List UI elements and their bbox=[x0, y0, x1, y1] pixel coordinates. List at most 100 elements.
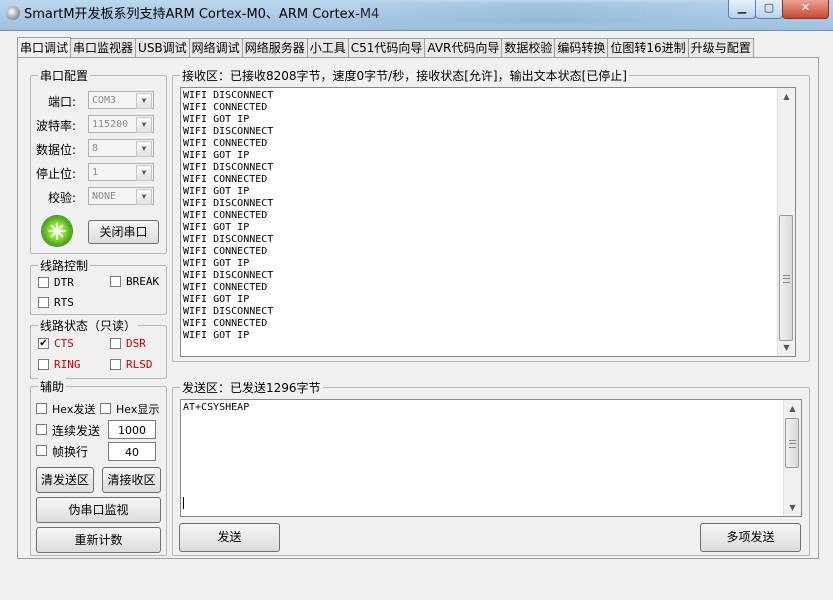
baud-value: 115200 bbox=[92, 119, 129, 130]
close-port-button[interactable]: 关闭串口 bbox=[88, 220, 159, 244]
helper-group: 辅助 Hex发送 Hex显示 连续发送 1000 帧换行 40 清发送区 清接收… bbox=[30, 378, 167, 556]
receive-line: WIFI GOT IP bbox=[183, 150, 250, 161]
serial-config-title: 串口配置 bbox=[38, 67, 91, 84]
stopbits-label: 停止位: bbox=[36, 167, 77, 181]
tab-avr-wizard[interactable]: AVR代码向导 bbox=[424, 38, 503, 58]
tab-tools[interactable]: 小工具 bbox=[306, 38, 349, 58]
receive-line: WIFI CONNECTED bbox=[183, 174, 268, 185]
clear-receive-button[interactable]: 清接收区 bbox=[102, 467, 161, 493]
ring-label: RING bbox=[54, 358, 81, 371]
tab-c51-wizard[interactable]: C51代码向导 bbox=[347, 38, 426, 58]
scroll-thumb[interactable] bbox=[779, 215, 793, 341]
tab-serial-debug[interactable]: 串口调试 bbox=[17, 37, 72, 59]
tab-serial-monitor[interactable]: 串口监视器 bbox=[70, 38, 137, 58]
tab-upgrade-config[interactable]: 升级与配置 bbox=[687, 38, 754, 58]
parity-value: NONE bbox=[92, 191, 117, 202]
receive-line: WIFI DISCONNECT bbox=[183, 306, 274, 317]
tab-network-debug[interactable]: 网络调试 bbox=[188, 38, 243, 58]
rlsd-label: RLSD bbox=[126, 358, 153, 371]
tab-checksum[interactable]: 数据校验 bbox=[501, 38, 556, 58]
send-button[interactable]: 发送 bbox=[179, 523, 280, 552]
hex-display-checkbox[interactable] bbox=[100, 403, 111, 414]
parity-label: 校验: bbox=[48, 191, 77, 205]
port-select[interactable]: COM3 ▼ bbox=[88, 91, 154, 109]
scroll-down-icon[interactable]: ▼ bbox=[778, 339, 795, 356]
grip-icon bbox=[783, 275, 790, 283]
tab-network-server[interactable]: 网络服务器 bbox=[241, 38, 308, 58]
reset-count-button[interactable]: 重新计数 bbox=[36, 527, 161, 553]
tab-usb-debug[interactable]: USB调试 bbox=[135, 38, 190, 58]
title-bar-glass bbox=[360, 2, 730, 24]
port-label: 端口: bbox=[48, 95, 77, 109]
frame-input[interactable]: 40 bbox=[108, 442, 156, 461]
receive-line: WIFI DISCONNECT bbox=[183, 198, 274, 209]
stopbits-select[interactable]: 1 ▼ bbox=[88, 163, 154, 181]
receive-line: WIFI CONNECTED bbox=[183, 138, 268, 149]
send-textarea[interactable]: AT+CSYSHEAP ▲ ▼ bbox=[180, 399, 802, 517]
databits-select[interactable]: 8 ▼ bbox=[88, 139, 154, 157]
hex-send-label: Hex发送 bbox=[52, 403, 96, 416]
maximize-icon[interactable]: ▢ bbox=[755, 0, 783, 19]
clear-send-button[interactable]: 清发送区 bbox=[36, 467, 94, 493]
scroll-up-icon[interactable]: ▲ bbox=[784, 400, 801, 417]
parity-select[interactable]: NONE ▼ bbox=[88, 187, 154, 205]
multi-send-button[interactable]: 多项发送 bbox=[700, 523, 801, 552]
scroll-down-icon[interactable]: ▼ bbox=[784, 499, 801, 516]
databits-value: 8 bbox=[92, 143, 99, 154]
continuous-send-checkbox[interactable] bbox=[36, 424, 47, 435]
line-control-title: 线路控制 bbox=[38, 257, 91, 274]
dsr-checkbox bbox=[110, 338, 121, 349]
tab-encoding[interactable]: 编码转换 bbox=[554, 38, 609, 58]
send-title: 发送区：已发送1296字节 bbox=[180, 379, 323, 396]
ring-checkbox bbox=[38, 359, 49, 370]
cts-checkbox: ✔ bbox=[38, 338, 49, 349]
receive-textarea[interactable]: WIFI DISCONNECT WIFI CONNECTED WIFI GOT IP… bbox=[180, 87, 796, 357]
pseudo-monitor-button[interactable]: 伪串口监视 bbox=[36, 497, 161, 523]
send-content: AT+CSYSHEAP bbox=[183, 402, 250, 413]
receive-title: 接收区：已接收8208字节，速度0字节/秒，接收状态[允许]，输出文本状态[已停… bbox=[180, 67, 629, 84]
send-group: 发送区：已发送1296字节 AT+CSYSHEAP ▲ ▼ 发送 多项发送 bbox=[172, 379, 810, 556]
line-status-title: 线路状态（只读） bbox=[38, 317, 139, 334]
port-status-led-icon bbox=[42, 216, 72, 246]
rlsd-checkbox bbox=[110, 359, 121, 370]
receive-line: WIFI GOT IP bbox=[183, 114, 250, 125]
tab-page-serial: 串口配置 端口: COM3 ▼ 波特率: 115200 ▼ 数据位: 8 ▼ 停止位:… bbox=[17, 57, 819, 559]
chevron-down-icon: ▼ bbox=[136, 165, 152, 181]
receive-line: WIFI GOT IP bbox=[183, 258, 250, 269]
rts-label: RTS bbox=[54, 296, 74, 309]
continuous-send-label: 连续发送 bbox=[52, 424, 101, 438]
hex-send-checkbox[interactable] bbox=[36, 403, 47, 414]
receive-group: 接收区：已接收8208字节，速度0字节/秒，接收状态[允许]，输出文本状态[已停… bbox=[172, 67, 810, 362]
grip-icon bbox=[789, 440, 796, 448]
close-icon[interactable]: ✕ bbox=[782, 0, 829, 19]
scroll-thumb[interactable] bbox=[785, 418, 799, 468]
stopbits-value: 1 bbox=[92, 167, 99, 178]
interval-input[interactable]: 1000 bbox=[108, 420, 156, 439]
receive-scrollbar[interactable]: ▲ ▼ bbox=[777, 88, 795, 356]
receive-line: WIFI DISCONNECT bbox=[183, 162, 274, 173]
dtr-label: DTR bbox=[54, 276, 74, 289]
tab-bitmap-hex[interactable]: 位图转16进制 bbox=[607, 38, 689, 58]
scroll-up-icon[interactable]: ▲ bbox=[778, 88, 795, 105]
tab-strip: 串口调试 串口监视器 USB调试 网络调试 网络服务器 小工具 C51代码向导 AVR代码向导… bbox=[17, 36, 754, 59]
receive-line: WIFI GOT IP bbox=[183, 294, 250, 305]
receive-line: WIFI DISCONNECT bbox=[183, 126, 274, 137]
receive-line: WIFI GOT IP bbox=[183, 330, 250, 341]
receive-line: WIFI CONNECTED bbox=[183, 102, 268, 113]
hex-display-label: Hex显示 bbox=[116, 403, 160, 416]
frame-newline-checkbox[interactable] bbox=[36, 445, 47, 456]
chevron-down-icon: ▼ bbox=[136, 117, 152, 133]
line-control-group: 线路控制 DTR BREAK RTS bbox=[30, 257, 167, 315]
helper-title: 辅助 bbox=[38, 378, 67, 395]
baud-select[interactable]: 115200 ▼ bbox=[88, 115, 154, 133]
line-status-group: 线路状态（只读） ✔ CTS DSR RING RLSD bbox=[30, 317, 167, 379]
frame-newline-label: 帧换行 bbox=[52, 445, 89, 459]
chevron-down-icon: ▼ bbox=[136, 189, 152, 205]
rts-checkbox[interactable] bbox=[38, 297, 49, 308]
break-checkbox[interactable] bbox=[110, 276, 121, 287]
minimize-icon[interactable]: ▁ bbox=[728, 0, 756, 19]
break-label: BREAK bbox=[126, 275, 160, 288]
receive-line: WIFI DISCONNECT bbox=[183, 270, 274, 281]
dtr-checkbox[interactable] bbox=[38, 277, 49, 288]
send-scrollbar[interactable]: ▲ ▼ bbox=[783, 400, 801, 516]
